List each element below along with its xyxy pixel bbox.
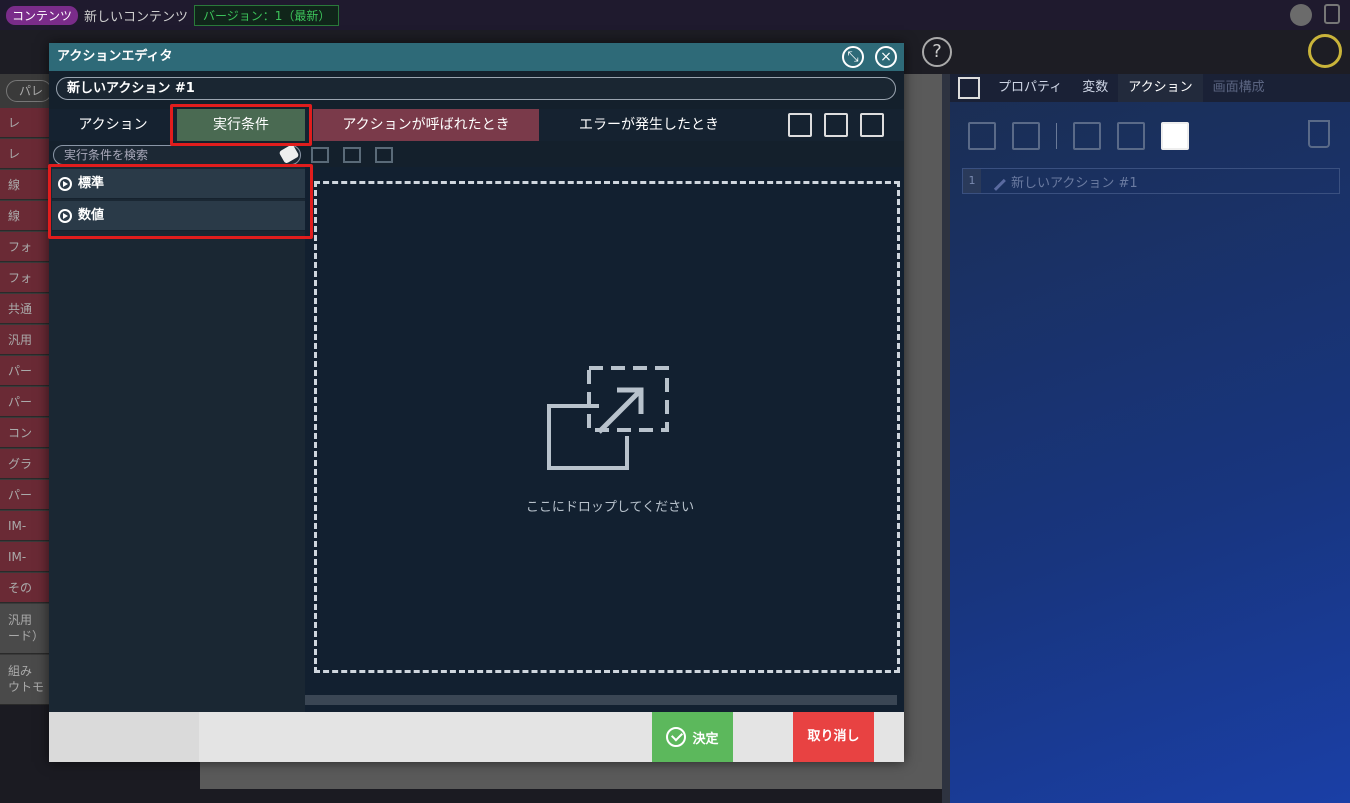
action-editor-dialog: アクションエディタ ⤡ × 新しいアクション #1 アクション 実行条件 アクシ… xyxy=(48,43,904,762)
footer-spacer xyxy=(49,712,199,762)
condition-search-input[interactable]: 実行条件を検索 xyxy=(53,145,301,165)
right-panel-tabs: プロパティ 変数 アクション 画面構成 xyxy=(950,74,1350,102)
expand-all-icon[interactable] xyxy=(824,113,848,137)
palette-item[interactable]: レ xyxy=(0,139,52,169)
category-label: 標準 xyxy=(78,176,105,191)
ok-button[interactable]: 決定 xyxy=(652,712,733,762)
user-avatar-icon[interactable] xyxy=(1290,4,1312,26)
trash-icon[interactable] xyxy=(1308,120,1330,148)
copy-action-icon[interactable] xyxy=(1012,122,1040,150)
tab-properties[interactable]: プロパティ xyxy=(988,74,1072,102)
dialog-title: アクションエディタ xyxy=(49,43,904,71)
cut-action-icon[interactable] xyxy=(1073,122,1101,150)
tab-variables[interactable]: 変数 xyxy=(1072,74,1118,102)
expand-arrow-icon xyxy=(58,177,72,191)
palette-item[interactable]: レ xyxy=(0,108,52,138)
component-palette: パレ レ レ 線 線 フォ フォ 共通 汎用 パー パー コン グラ パー IM… xyxy=(0,74,52,705)
palette-item[interactable]: 線 xyxy=(0,170,52,200)
paste-action-icon[interactable] xyxy=(1161,122,1189,150)
tab-screen-structure[interactable]: 画面構成 xyxy=(1203,74,1275,102)
copy-icon[interactable] xyxy=(343,147,361,163)
palette-item[interactable]: グラ xyxy=(0,449,52,479)
palette-item[interactable]: パー xyxy=(0,387,52,417)
lock-icon[interactable] xyxy=(1324,4,1340,24)
palette-item[interactable]: フォ xyxy=(0,232,52,262)
action-list-item[interactable]: 1 新しいアクション #1 xyxy=(962,168,1340,194)
editor-tabs: アクション 実行条件 アクションが呼ばれたとき エラーが発生したとき xyxy=(49,109,904,141)
palette-item[interactable]: 線 xyxy=(0,201,52,231)
action-index: 1 xyxy=(963,169,981,193)
cut-icon[interactable] xyxy=(311,147,329,163)
drop-zone[interactable]: ここにドロップしてください xyxy=(314,181,900,673)
palette-item[interactable]: IM- xyxy=(0,542,52,572)
tab-on-error[interactable]: エラーが発生したとき xyxy=(539,109,759,141)
palette-item[interactable]: パー xyxy=(0,356,52,386)
check-icon xyxy=(666,727,687,747)
dialog-footer: 決定 取り消し xyxy=(49,712,904,762)
palette-item[interactable]: 共通 xyxy=(0,294,52,324)
tab-tools xyxy=(788,113,884,137)
ok-button-label: 決定 xyxy=(692,731,719,747)
paste-icon[interactable] xyxy=(375,147,393,163)
palette-item[interactable]: 汎用 xyxy=(0,325,52,355)
pencil-icon xyxy=(986,171,1006,191)
drop-hint: ここにドロップしてください xyxy=(525,500,695,515)
edit-pen-icon[interactable] xyxy=(1308,34,1342,68)
content-tag: コンテンツ xyxy=(6,5,79,25)
palette-item[interactable]: コン xyxy=(0,418,52,448)
content-name: 新しいコンテンツ xyxy=(84,9,189,25)
palette-item[interactable]: その xyxy=(0,573,52,603)
tab-action[interactable]: アクション xyxy=(49,109,177,141)
right-panel: プロパティ 変数 アクション 画面構成 1 新しいアクション #1 xyxy=(950,74,1350,803)
action-list-label: 新しいアクション #1 xyxy=(1011,175,1138,191)
search-row: 実行条件を検索 xyxy=(49,143,904,167)
condition-category-list: 標準 数値 xyxy=(49,167,306,712)
version-badge: バージョン：1（最新） xyxy=(194,4,340,26)
add-action-icon[interactable] xyxy=(968,122,996,150)
palette-search-input[interactable]: パレ xyxy=(6,80,52,102)
category-numeric[interactable]: 数値 xyxy=(52,201,306,231)
tab-actions[interactable]: アクション xyxy=(1118,74,1203,102)
help-icon[interactable]: ? xyxy=(922,37,952,67)
panel-splitter[interactable] xyxy=(942,74,950,803)
palette-item[interactable]: パー xyxy=(0,480,52,510)
top-right-icons xyxy=(1290,4,1340,26)
palette-item[interactable]: フォ xyxy=(0,263,52,293)
collapse-panel-icon[interactable] xyxy=(958,77,980,99)
minimize-dialog-icon[interactable]: ⤡ xyxy=(842,46,864,68)
palette-item[interactable]: 組み ウトモ xyxy=(0,655,52,705)
list-view-icon[interactable] xyxy=(788,113,812,137)
top-bar: コンテンツ 新しいコンテンツ バージョン：1（最新） xyxy=(0,0,1350,30)
action-toolbar xyxy=(968,120,1348,152)
tab-exec-condition[interactable]: 実行条件 xyxy=(177,109,305,141)
tab-on-called[interactable]: アクションが呼ばれたとき xyxy=(313,109,539,141)
palette-item[interactable]: IM- xyxy=(0,511,52,541)
horizontal-scrollbar[interactable] xyxy=(305,695,897,705)
app-root: コンテンツ 新しいコンテンツ バージョン：1（最新） ? パレ レ レ 線 線 … xyxy=(0,0,1350,803)
cancel-button[interactable]: 取り消し xyxy=(793,712,874,762)
palette-item[interactable]: 汎用 ード） xyxy=(0,604,52,654)
duplicate-action-icon[interactable] xyxy=(1117,122,1145,150)
action-name-input[interactable]: 新しいアクション #1 xyxy=(56,77,896,100)
toolbar-divider xyxy=(1056,123,1057,149)
drop-target-icon xyxy=(547,366,669,470)
category-standard[interactable]: 標準 xyxy=(52,169,306,199)
category-label: 数値 xyxy=(78,208,105,223)
drop-area: ここにドロップしてください xyxy=(305,167,904,712)
expand-arrow-icon xyxy=(58,209,72,223)
close-dialog-icon[interactable]: × xyxy=(875,46,897,68)
collapse-all-icon[interactable] xyxy=(860,113,884,137)
